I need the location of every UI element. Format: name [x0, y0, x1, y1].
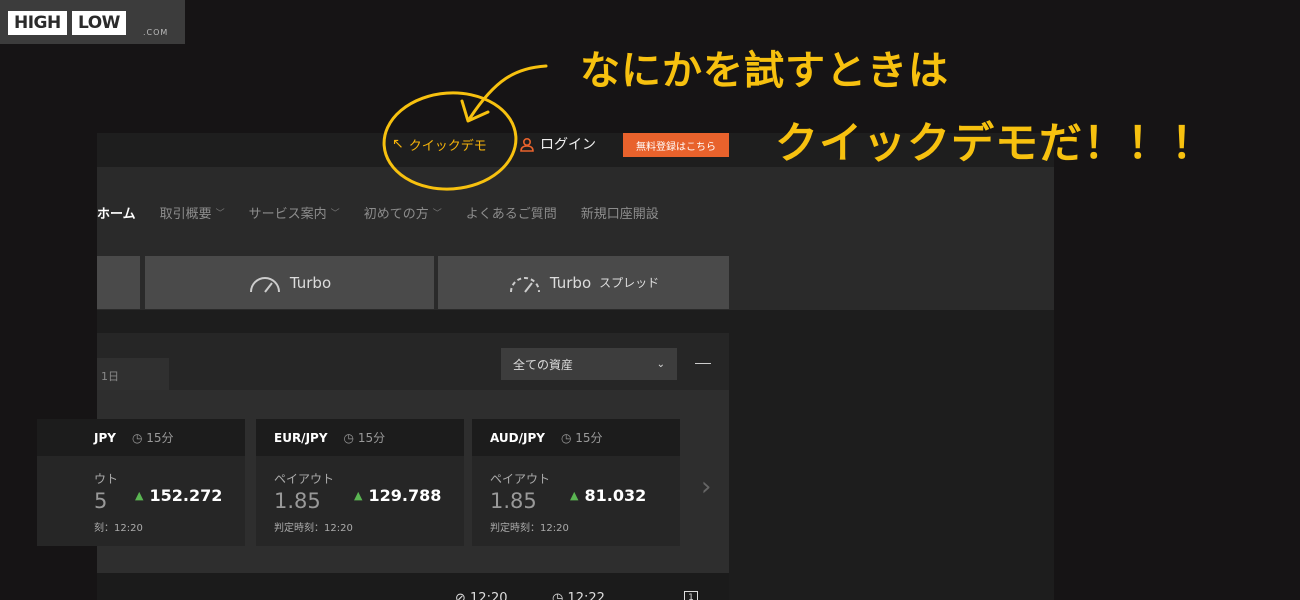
asset-card[interactable]: EUR/JPY ◷ 15分 ペイアウト 1.85 ▲ 129.788 判定時刻：1… — [256, 419, 464, 546]
card-pair: JPY — [94, 430, 116, 445]
rate-value: ▲ 81.032 — [570, 486, 647, 505]
bottom-time: ◷ 12:22 — [552, 591, 605, 600]
minimize-icon[interactable] — [695, 363, 711, 364]
payout-label: ウト — [94, 472, 119, 486]
login-label: ログイン — [540, 137, 596, 153]
product-tabs: Turbo Turbo スプレッド — [97, 256, 1054, 310]
expiry-time: 判定時刻：12:20 — [490, 523, 569, 534]
card-pair: AUD/JPY — [490, 430, 545, 445]
website-frame: ↖ クイックデモ ログイン 無料登録はこちら ホーム 取引概要 ﹀ サービス案内 ﹀… — [37, 133, 1054, 600]
divider-band — [97, 310, 1054, 333]
card-pair: EUR/JPY — [274, 430, 328, 445]
speedometer-icon — [509, 276, 540, 293]
annotation-line-1: なにかを試すときは — [580, 48, 949, 94]
chevron-right-icon[interactable]: › — [701, 472, 711, 502]
asset-card[interactable]: JPY ◷ 15分 ウト 5 ▲ 152.272 刻：12:20 — [37, 419, 245, 546]
payout-value: 5 — [94, 489, 108, 513]
annotation-line-2: クイックデモだ！！！ — [775, 119, 1215, 169]
tab-highlow[interactable] — [97, 256, 140, 309]
rate-value: ▲ 129.788 — [354, 486, 442, 505]
payout-value: 1.85 — [490, 489, 537, 513]
payout-label: ペイアウト — [274, 472, 335, 486]
nav-item-faq[interactable]: よくあるご質問 — [466, 203, 557, 222]
nav-item-services[interactable]: サービス案内 ﹀ — [249, 203, 340, 222]
nav-item-home[interactable]: ホーム — [97, 203, 136, 222]
chevron-down-icon: ﹀ — [432, 209, 442, 219]
card-duration: ◷ 15分 — [131, 431, 174, 445]
trading-panel: 1日 全ての資産 ⌄ JPY ◷ 15分 ウト 5 ▲ 152.272 刻：12:… — [37, 333, 729, 600]
site-logo[interactable]: HIGH LOW .COM — [0, 0, 185, 44]
tab-suffix: スプレッド — [599, 276, 660, 290]
payout-label: ペイアウト — [490, 472, 551, 486]
quick-demo-label: クイックデモ — [408, 138, 487, 154]
count-box: 1 — [684, 591, 698, 600]
main-nav: ホーム 取引概要 ﹀ サービス案内 ﹀ 初めての方 ﹀ よくあるご質問 新規口座開設 — [97, 167, 1054, 256]
chevron-down-icon: ﹀ — [215, 209, 225, 219]
card-duration: ◷ 15分 — [343, 431, 386, 445]
asset-select[interactable]: 全ての資産 ⌄ — [501, 348, 677, 380]
nav-item-beginners[interactable]: 初めての方 ﹀ — [364, 203, 442, 222]
arrow-up-left-icon: ↖ — [392, 136, 404, 152]
speedometer-icon — [249, 276, 280, 293]
logo-low-text: LOW — [72, 11, 126, 35]
logo-com-text: .COM — [143, 28, 169, 37]
expiry-time: 判定時刻：12:20 — [274, 523, 353, 534]
panel-header: 1日 全ての資産 ⌄ — [97, 333, 729, 390]
quick-demo-link[interactable]: ↖ クイックデモ — [392, 134, 487, 154]
asset-select-value: 全ての資産 — [513, 357, 574, 372]
bottom-time: ⊘ 12:20 — [455, 591, 508, 600]
chevron-down-icon: ﹀ — [330, 209, 340, 219]
curved-arrow — [468, 64, 548, 120]
card-duration: ◷ 15分 — [560, 431, 603, 445]
expiry-time: 刻：12:20 — [94, 523, 143, 534]
logo-high-text: HIGH — [8, 11, 67, 35]
nav-item-trading-overview[interactable]: 取引概要 ﹀ — [160, 203, 225, 222]
payout-value: 1.85 — [274, 489, 321, 513]
tab-turbo-spread[interactable]: Turbo スプレッド — [438, 256, 729, 309]
chevron-down-icon: ⌄ — [656, 358, 665, 370]
up-arrow-icon: ▲ — [135, 489, 144, 502]
asset-cards: JPY ◷ 15分 ウト 5 ▲ 152.272 刻：12:20 EUR/JPY … — [37, 390, 729, 573]
period-tab[interactable]: 1日 — [97, 358, 169, 390]
login-link[interactable]: ログイン — [520, 134, 596, 154]
nav-item-open-account[interactable]: 新規口座開設 — [581, 203, 659, 222]
up-arrow-icon: ▲ — [570, 489, 579, 502]
up-arrow-icon: ▲ — [354, 489, 363, 502]
rate-value: ▲ 152.272 — [135, 486, 223, 505]
bottom-bar: ⊘ 12:20 ◷ 12:22 1 — [97, 573, 729, 600]
user-icon — [520, 137, 534, 152]
asset-card[interactable]: AUD/JPY ◷ 15分 ペイアウト 1.85 ▲ 81.032 判定時刻：12… — [472, 419, 680, 546]
tab-turbo[interactable]: Turbo — [145, 256, 434, 309]
register-button[interactable]: 無料登録はこちら — [623, 133, 729, 157]
arrow-head — [460, 99, 490, 123]
